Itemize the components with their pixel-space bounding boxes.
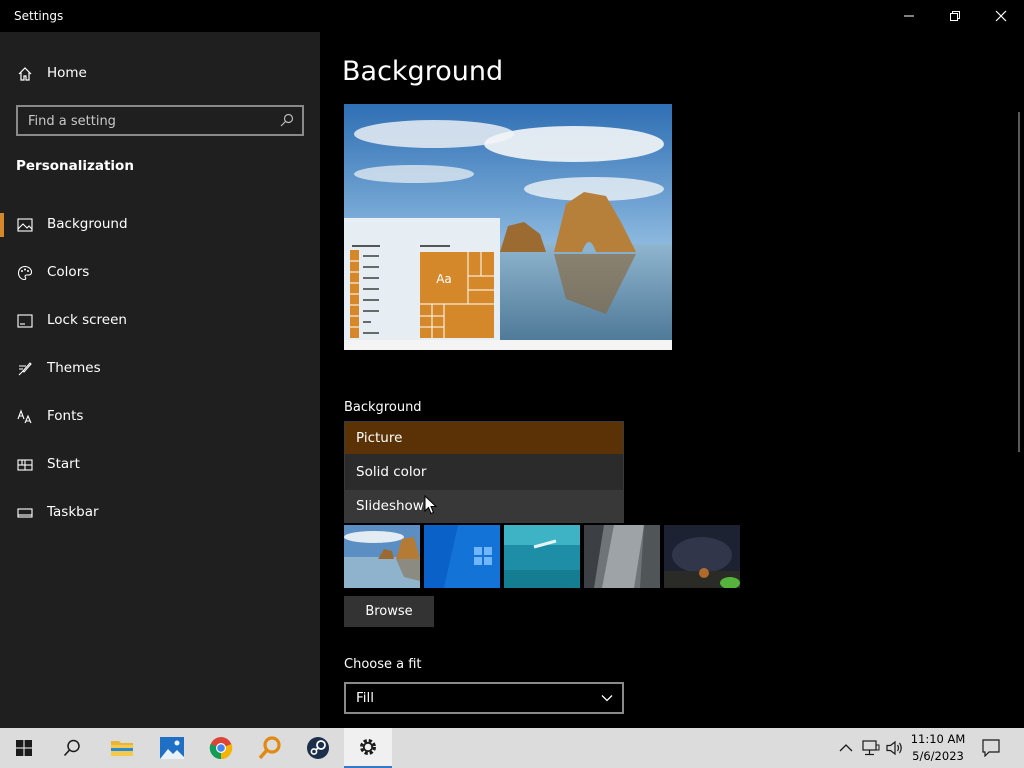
- clock-time: 11:10 AM: [910, 732, 966, 746]
- sidebar-item-label: Colors: [47, 264, 90, 280]
- photos-icon: [160, 737, 184, 759]
- taskbar: 11:10 AM 5/6/2023: [0, 728, 1024, 768]
- selection-accent: [0, 213, 4, 237]
- taskbar-file-explorer[interactable]: [98, 728, 146, 768]
- sidebar-item-label: Taskbar: [47, 504, 99, 520]
- start-button[interactable]: [0, 728, 48, 768]
- lock-screen-icon: [17, 314, 33, 328]
- sidebar: Home Personalization Background Colors L…: [0, 32, 320, 728]
- restore-icon: [950, 11, 960, 21]
- clock-date: 5/6/2023: [912, 749, 964, 763]
- start-icon: [17, 459, 33, 471]
- taskbar-search-button[interactable]: [48, 728, 96, 768]
- scrollbar[interactable]: [1018, 112, 1020, 452]
- thumbnail-rock-cliff[interactable]: [584, 525, 660, 588]
- file-explorer-icon: [111, 741, 133, 756]
- option-label: Solid color: [356, 464, 427, 480]
- choose-fit-dropdown[interactable]: Fill: [344, 682, 624, 714]
- minimize-button[interactable]: [886, 0, 932, 32]
- volume-icon[interactable]: [886, 740, 904, 756]
- taskbar-steam[interactable]: [294, 728, 342, 768]
- window-title: Settings: [14, 9, 64, 23]
- sidebar-item-label: Lock screen: [47, 312, 127, 328]
- option-picture[interactable]: Picture: [345, 422, 623, 454]
- system-clock[interactable]: 11:10 AM 5/6/2023: [906, 731, 970, 765]
- settings-icon: [360, 739, 376, 755]
- thumbnail-night-sky-tent[interactable]: [664, 525, 740, 588]
- close-icon: [995, 10, 1007, 22]
- mouse-cursor-icon: [424, 495, 438, 515]
- network-icon[interactable]: [862, 740, 880, 756]
- taskbar-magnifier-app[interactable]: [246, 728, 294, 768]
- thumbnail-beach-rock[interactable]: [344, 525, 420, 588]
- font-icon: [17, 409, 32, 424]
- thumbnail-underwater-swimmer[interactable]: [504, 525, 580, 588]
- search-icon[interactable]: [280, 113, 294, 127]
- home-nav-item[interactable]: Home: [0, 56, 320, 92]
- sidebar-item-lock-screen[interactable]: Lock screen: [0, 301, 320, 341]
- steam-icon: [307, 737, 329, 759]
- restore-button[interactable]: [932, 0, 978, 32]
- main-content: Background Aa Background Picture Solid c…: [320, 32, 1024, 728]
- sidebar-item-taskbar[interactable]: Taskbar: [0, 493, 320, 533]
- search-box[interactable]: [16, 105, 304, 136]
- chrome-icon: [209, 737, 233, 760]
- thumbnail-windows-blue[interactable]: [424, 525, 500, 588]
- brush-icon: [18, 362, 32, 376]
- browse-button[interactable]: Browse: [344, 596, 434, 627]
- search-input[interactable]: [28, 111, 268, 131]
- sidebar-item-themes[interactable]: Themes: [0, 349, 320, 389]
- background-type-label: Background: [344, 400, 422, 415]
- notification-center-icon[interactable]: [982, 739, 1000, 757]
- preview-tile-text: Aa: [436, 272, 452, 286]
- home-label: Home: [47, 65, 87, 81]
- sidebar-item-background[interactable]: Background: [0, 205, 320, 245]
- sidebar-item-colors[interactable]: Colors: [0, 253, 320, 293]
- sidebar-item-start[interactable]: Start: [0, 445, 320, 485]
- background-type-dropdown[interactable]: Picture Solid color Slideshow: [344, 421, 624, 523]
- windows-start-icon: [16, 740, 32, 756]
- minimize-icon: [904, 15, 914, 17]
- sidebar-item-label: Start: [47, 456, 80, 472]
- magnifier-app-icon: [258, 736, 281, 760]
- option-slideshow[interactable]: Slideshow: [345, 490, 623, 522]
- sidebar-item-label: Themes: [47, 360, 101, 376]
- choose-fit-label: Choose a fit: [344, 657, 422, 672]
- sidebar-item-label: Background: [47, 216, 128, 232]
- sidebar-item-label: Fonts: [47, 408, 84, 424]
- palette-icon: [17, 265, 33, 281]
- search-icon: [63, 739, 80, 757]
- chevron-up-icon[interactable]: [838, 741, 854, 755]
- section-title: Personalization: [16, 158, 134, 174]
- preview-image: Aa: [344, 104, 672, 350]
- option-label: Slideshow: [356, 498, 424, 514]
- taskbar-icon: [17, 508, 33, 518]
- fit-value: Fill: [356, 690, 375, 706]
- taskbar-chrome[interactable]: [197, 728, 245, 768]
- chevron-down-icon: [601, 695, 613, 702]
- sidebar-item-fonts[interactable]: Fonts: [0, 397, 320, 437]
- option-solid-color[interactable]: Solid color: [345, 456, 623, 488]
- close-button[interactable]: [978, 0, 1024, 32]
- background-preview: Aa: [344, 104, 672, 350]
- picture-icon: [17, 218, 33, 232]
- title-bar: Settings: [0, 0, 1024, 32]
- taskbar-settings[interactable]: [344, 728, 392, 768]
- page-title: Background: [342, 56, 504, 87]
- home-icon: [18, 67, 32, 81]
- taskbar-photos[interactable]: [148, 728, 196, 768]
- option-label: Picture: [356, 430, 403, 446]
